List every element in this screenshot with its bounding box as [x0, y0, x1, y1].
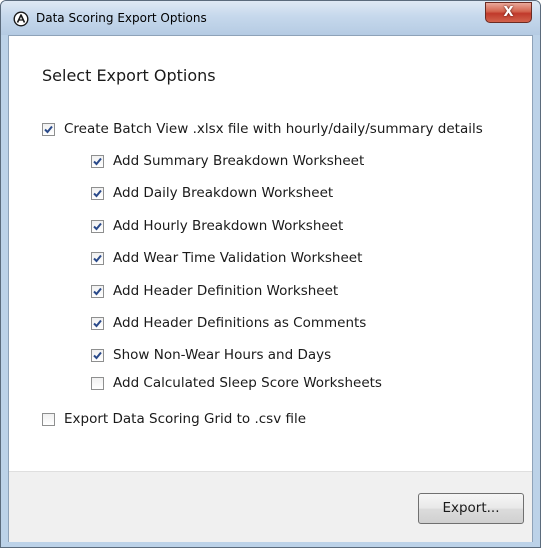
actigraph-logo-icon [13, 11, 29, 27]
checkbox-checked[interactable] [91, 348, 104, 362]
option-label: Create Batch View .xlsx file with hourly… [64, 121, 483, 137]
option-label: Add Calculated Sleep Score Worksheets [113, 375, 382, 391]
checkbox-checked[interactable] [91, 186, 104, 200]
option-non-wear-hours[interactable]: Show Non-Wear Hours and Days [91, 346, 331, 364]
checkmark-icon [93, 157, 102, 165]
option-summary-breakdown[interactable]: Add Summary Breakdown Worksheet [91, 152, 364, 170]
page-title: Select Export Options [42, 66, 216, 85]
option-hourly-breakdown[interactable]: Add Hourly Breakdown Worksheet [91, 217, 343, 235]
title-bar[interactable]: Data Scoring Export Options X [1, 1, 540, 35]
checkmark-icon [93, 351, 102, 359]
dialog-window: Data Scoring Export Options X Select Exp… [0, 0, 541, 548]
dialog-content: Select Export Options Create Batch View … [8, 35, 533, 542]
checkbox-checked[interactable] [42, 122, 55, 136]
checkbox-checked[interactable] [91, 154, 104, 168]
checkbox-checked[interactable] [91, 251, 104, 265]
checkbox[interactable] [42, 412, 55, 426]
option-label: Export Data Scoring Grid to .csv file [64, 411, 307, 427]
export-button[interactable]: Export... [418, 493, 524, 524]
option-label: Add Summary Breakdown Worksheet [113, 153, 365, 169]
option-label: Add Hourly Breakdown Worksheet [113, 218, 344, 234]
close-button[interactable]: X [485, 2, 532, 23]
checkbox-checked[interactable] [91, 284, 104, 298]
option-sleep-score[interactable]: Add Calculated Sleep Score Worksheets [91, 374, 382, 392]
checkmark-icon [93, 287, 102, 295]
option-label: Add Header Definition Worksheet [113, 283, 339, 299]
option-create-batch-view[interactable]: Create Batch View .xlsx file with hourly… [42, 120, 483, 138]
checkmark-icon [93, 319, 102, 327]
option-daily-breakdown[interactable]: Add Daily Breakdown Worksheet [91, 184, 333, 202]
option-label: Add Header Definitions as Comments [113, 315, 367, 331]
checkmark-icon [44, 125, 53, 133]
checkmark-icon [93, 189, 102, 197]
window-title: Data Scoring Export Options [36, 11, 207, 25]
option-header-comments[interactable]: Add Header Definitions as Comments [91, 314, 366, 332]
checkbox-checked[interactable] [91, 316, 104, 330]
checkmark-icon [93, 254, 102, 262]
checkmark-icon [93, 222, 102, 230]
option-export-csv[interactable]: Export Data Scoring Grid to .csv file [42, 410, 306, 428]
checkbox[interactable] [91, 376, 104, 390]
option-label: Show Non-Wear Hours and Days [113, 347, 332, 363]
option-label: Add Wear Time Validation Worksheet [113, 250, 363, 266]
option-wear-time-validation[interactable]: Add Wear Time Validation Worksheet [91, 249, 362, 267]
option-header-definition[interactable]: Add Header Definition Worksheet [91, 282, 338, 300]
option-label: Add Daily Breakdown Worksheet [113, 185, 334, 201]
checkbox-checked[interactable] [91, 219, 104, 233]
dialog-footer: Export... [9, 471, 532, 542]
